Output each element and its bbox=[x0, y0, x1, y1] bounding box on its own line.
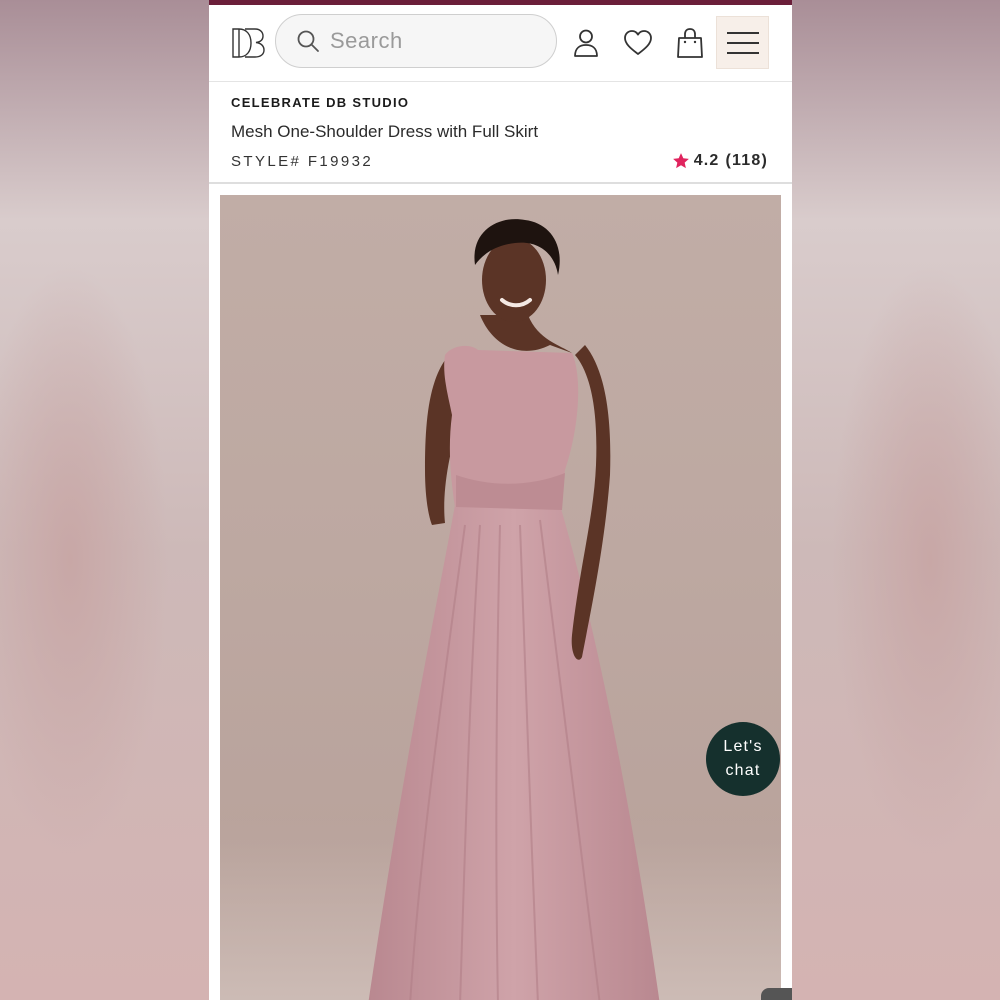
product-title: Mesh One-Shoulder Dress with Full Skirt bbox=[231, 122, 539, 141]
chat-label-line2: chat bbox=[725, 762, 761, 779]
chat-button[interactable]: Let's chat bbox=[706, 722, 780, 796]
account-icon bbox=[574, 29, 598, 57]
product-image[interactable] bbox=[220, 195, 781, 1000]
rating-value: 4.2 bbox=[693, 152, 720, 169]
brand-logo[interactable] bbox=[231, 27, 265, 59]
model-dress-illustration bbox=[220, 219, 781, 1000]
site-header bbox=[209, 5, 792, 82]
edge-handle[interactable] bbox=[761, 988, 792, 1000]
account-button[interactable] bbox=[570, 27, 602, 59]
shopping-bag-icon bbox=[677, 28, 703, 58]
product-brand[interactable]: CELEBRATE DB STUDIO bbox=[231, 95, 409, 110]
product-rating[interactable]: 4.2 (118) bbox=[672, 152, 768, 170]
review-count: (118) bbox=[725, 152, 768, 169]
chat-label-line1: Let's bbox=[723, 738, 763, 755]
mobile-page: CELEBRATE DB STUDIO Mesh One-Shoulder Dr… bbox=[209, 0, 792, 1000]
search-icon bbox=[297, 30, 319, 52]
shopping-bag-button[interactable] bbox=[674, 27, 706, 59]
section-divider bbox=[209, 182, 792, 184]
db-logo-icon bbox=[232, 28, 265, 58]
wishlist-button[interactable] bbox=[622, 27, 654, 59]
star-icon bbox=[672, 153, 689, 169]
search-bar[interactable] bbox=[275, 14, 557, 68]
hamburger-menu-icon bbox=[726, 31, 759, 54]
menu-button[interactable] bbox=[716, 16, 769, 69]
product-style-number: STYLE# F19932 bbox=[231, 153, 374, 170]
search-input[interactable] bbox=[328, 27, 532, 55]
heart-icon bbox=[624, 30, 652, 55]
